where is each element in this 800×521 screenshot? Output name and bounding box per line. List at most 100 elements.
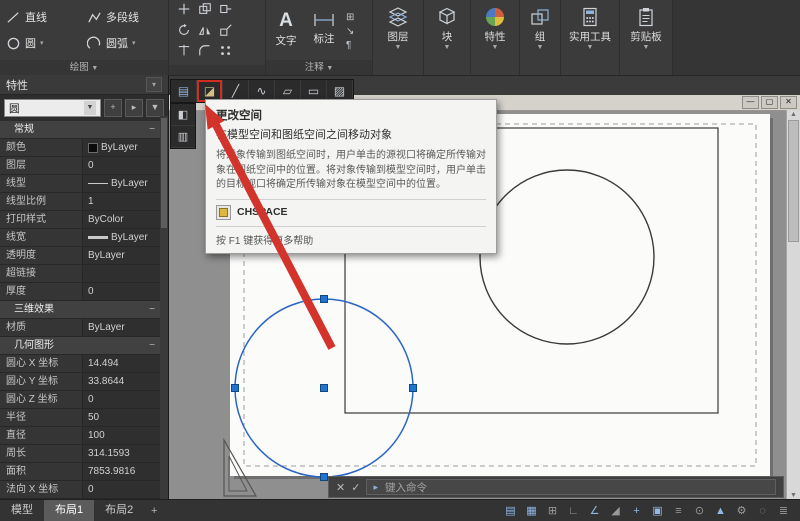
properties-panel-button[interactable]: 特性 ▼ — [471, 0, 520, 75]
annotation-scale-icon[interactable]: ▲ — [714, 505, 727, 517]
select-objects-button[interactable]: ▸ — [125, 99, 143, 117]
layout-tool-icon[interactable]: ▥ — [171, 126, 195, 148]
prop-hyperlink[interactable]: 超链接 − — [0, 265, 160, 283]
trim-icon[interactable] — [177, 44, 191, 63]
scroll-up-icon[interactable]: ▲ — [790, 111, 797, 118]
grip-bottom[interactable] — [320, 473, 328, 481]
tooltip-command-name: CHSPACE — [237, 206, 288, 218]
prop-radius[interactable]: 半径 50 − — [0, 409, 160, 427]
arc-button[interactable]: 圆弧 ▾ — [85, 31, 164, 55]
prop-lineweight[interactable]: 线宽 ByLayer − — [0, 229, 160, 247]
collapse-section-icon[interactable]: − — [144, 121, 160, 138]
viewport-tool-icon[interactable]: ◧ — [171, 104, 195, 126]
new-layout-button[interactable]: + — [144, 505, 164, 517]
copy-icon[interactable] — [198, 2, 212, 21]
pickadd-toggle-button[interactable]: + — [104, 99, 122, 117]
tab-model[interactable]: 模型 — [0, 500, 44, 521]
table-icon[interactable]: ⊞ — [346, 12, 354, 23]
utilities-panel-button[interactable]: 实用工具 ▼ — [561, 0, 620, 75]
prop-linetype-scale[interactable]: 线型比例 1 − — [0, 193, 160, 211]
move-icon[interactable] — [177, 2, 191, 21]
text-icon: A — [279, 9, 293, 31]
grip-left[interactable] — [231, 384, 239, 392]
customization-icon[interactable]: ≣ — [777, 504, 790, 517]
multileader-icon[interactable]: ↘ — [346, 26, 354, 37]
stretch-icon[interactable] — [219, 2, 233, 21]
array-icon[interactable] — [219, 44, 233, 63]
layers-panel-button[interactable]: 图层 ▼ — [373, 0, 424, 75]
chevron-down-icon[interactable]: ▾ — [40, 39, 44, 47]
vertical-scrollbar[interactable]: ▲ ▼ — [786, 110, 800, 500]
grip-right[interactable] — [409, 384, 417, 392]
grip-top[interactable] — [320, 295, 328, 303]
grid-icon[interactable]: ▦ — [525, 504, 538, 517]
block-panel-button[interactable]: 块 ▼ — [424, 0, 471, 75]
lineweight-icon[interactable]: ≡ — [672, 505, 685, 517]
clipboard-panel-button[interactable]: 剪贴板 ▼ — [620, 0, 673, 75]
prop-material[interactable]: 材质 ByLayer − — [0, 319, 160, 337]
grip-center[interactable] — [320, 384, 328, 392]
polyline-button[interactable]: 多段线 — [85, 5, 164, 29]
close-icon[interactable]: ✕ — [780, 96, 797, 109]
line-button[interactable]: 直线 — [4, 5, 83, 29]
palette-scrollbar[interactable] — [160, 116, 168, 500]
prop-normal-x[interactable]: 法向 X 坐标 0 − — [0, 481, 160, 499]
chevron-down-icon[interactable]: ▾ — [132, 39, 136, 47]
workspace-gear-icon[interactable]: ⚙ — [735, 504, 748, 517]
snap-icon[interactable]: ⊞ — [546, 504, 559, 517]
group-panel-button[interactable]: 组 ▼ — [520, 0, 561, 75]
view-tool-icon[interactable]: ▤ — [171, 80, 197, 102]
collapse-section-icon[interactable]: − — [144, 301, 160, 318]
prop-diameter[interactable]: 直径 100 − — [0, 427, 160, 445]
tab-layout1[interactable]: 布局1 — [44, 500, 95, 521]
draw-panel-footer[interactable]: 绘图 ▼ — [0, 60, 168, 75]
section-3d-effects[interactable]: 三维效果 − — [0, 301, 160, 319]
prop-center-y[interactable]: 圆心 Y 坐标 33.8644 − — [0, 373, 160, 391]
circle-button[interactable]: 圆 ▾ — [4, 31, 83, 55]
osnap-tracking-icon[interactable]: + — [630, 505, 643, 517]
dimension-button[interactable]: 标注 — [308, 10, 340, 46]
quick-select-button[interactable]: ▼ — [146, 99, 164, 117]
prop-center-x[interactable]: 圆心 X 坐标 14.494 − — [0, 355, 160, 373]
rotate-icon[interactable] — [177, 23, 191, 42]
text-style-icon[interactable]: ¶ — [346, 40, 354, 51]
command-input[interactable]: ▸ 键入命令 — [366, 479, 776, 495]
section-general[interactable]: 常规 − — [0, 121, 160, 139]
tab-layout2[interactable]: 布局2 — [94, 500, 144, 521]
autocad-window: 直线 多段线 圆 ▾ 圆弧 ▾ 绘图 ▼ A 文字 标注 ⊞ ↘ ¶ 注释 ▼ … — [0, 0, 800, 521]
fillet-icon[interactable] — [198, 44, 212, 63]
object-type-select[interactable]: 圆 ▼ — [4, 99, 101, 117]
palette-scrollbar-thumb[interactable] — [161, 118, 167, 228]
section-geometry[interactable]: 几何图形 − — [0, 337, 160, 355]
prop-layer[interactable]: 图层 0 − — [0, 157, 160, 175]
restore-icon[interactable]: ▢ — [761, 96, 778, 109]
prop-plot-style[interactable]: 打印样式 ByColor − — [0, 211, 160, 229]
minimize-icon[interactable]: — — [742, 96, 759, 109]
polar-tracking-icon[interactable]: ∠ — [588, 504, 601, 517]
paper-model-toggle-icon[interactable]: ▤ — [504, 504, 517, 517]
ortho-icon[interactable]: ∟ — [567, 505, 580, 517]
command-close-icon[interactable]: ✕ — [336, 481, 345, 494]
isolate-objects-icon[interactable]: ◌ — [756, 505, 769, 517]
prop-transparency[interactable]: 透明度 ByLayer − — [0, 247, 160, 265]
prop-linetype[interactable]: 线型 ByLayer − — [0, 175, 160, 193]
annotate-panel-footer[interactable]: 注释 ▼ — [266, 60, 372, 75]
scroll-down-icon[interactable]: ▼ — [790, 492, 797, 499]
prop-circumference[interactable]: 周长 314.1593 − — [0, 445, 160, 463]
text-button[interactable]: A 文字 — [270, 10, 302, 48]
isodraft-icon[interactable]: ◢ — [609, 504, 622, 517]
collapse-section-icon[interactable]: − — [144, 337, 160, 354]
prop-color[interactable]: 颜色 ByLayer − — [0, 139, 160, 157]
mirror-icon[interactable] — [198, 23, 212, 42]
prop-thickness[interactable]: 厚度 0 − — [0, 283, 160, 301]
command-customize-icon[interactable]: ✓ — [351, 481, 360, 494]
selection-cycling-icon[interactable]: ⊙ — [693, 504, 706, 517]
object-snap-icon[interactable]: ▣ — [651, 504, 664, 517]
prop-center-z[interactable]: 圆心 Z 坐标 0 − — [0, 391, 160, 409]
palette-menu-icon[interactable]: ▾ — [146, 77, 162, 92]
palette-title-bar[interactable]: 特性 ▾ — [0, 75, 168, 95]
chevron-down-icon[interactable]: ▼ — [84, 101, 96, 115]
scrollbar-thumb[interactable] — [788, 120, 799, 242]
prop-area[interactable]: 面积 7853.9816 − — [0, 463, 160, 481]
scale-icon[interactable] — [219, 23, 233, 42]
